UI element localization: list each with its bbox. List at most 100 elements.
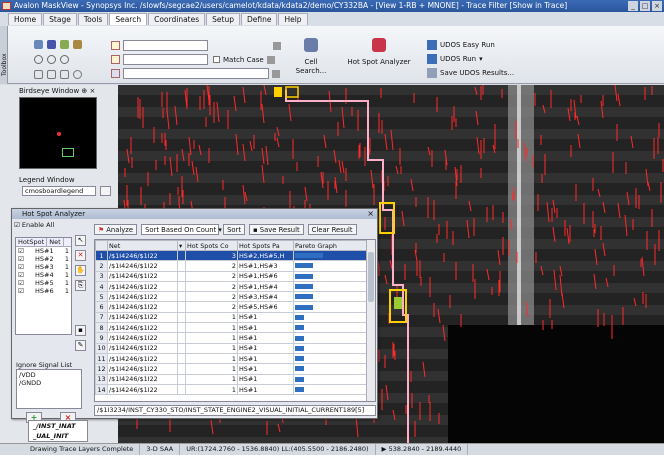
menu-search[interactable]: Search [109, 13, 148, 25]
select-icon[interactable] [34, 40, 43, 49]
cell-search-go-icon[interactable] [272, 69, 280, 78]
pattern-cell[interactable]: HS#1 [237, 373, 294, 385]
table-scrollbar[interactable] [366, 240, 375, 401]
menu-tools[interactable]: Tools [77, 13, 109, 25]
refresh-icon[interactable] [73, 70, 82, 79]
list-item[interactable]: /VDD [19, 371, 79, 379]
count-cell[interactable]: 1 [185, 322, 238, 334]
redo-icon[interactable] [47, 70, 56, 79]
layer-icon[interactable] [47, 40, 56, 49]
legend-entry[interactable]: _UAL_INIT [33, 431, 87, 441]
save-udos-button[interactable]: Save UDOS Results... [427, 68, 514, 78]
pattern-cell[interactable]: HS#3,HS#4 [237, 291, 294, 303]
net-cell[interactable]: /$1I4246/$1I22 [107, 332, 178, 344]
checkbox-icon[interactable]: ☑ [18, 287, 24, 295]
cell-search-input[interactable] [123, 68, 269, 79]
count-cell[interactable]: 1 [185, 342, 238, 354]
net-cell[interactable]: /$1I4246/$1I22 [107, 363, 178, 375]
column-net[interactable]: Net [107, 240, 178, 251]
hotspot-row[interactable]: ☑ HS#2 1 [16, 255, 71, 263]
sort-indicator-icon[interactable]: ▾ [177, 240, 186, 251]
table-row[interactable]: 13/$1I4246/$1I22 1 HS#1 [95, 373, 368, 385]
hotspot-column[interactable]: HotSpot [16, 238, 48, 246]
table-row[interactable]: 11/$1I4246/$1I22 1 HS#1 [95, 352, 368, 365]
count-cell[interactable]: 3 [185, 249, 238, 262]
menu-setup[interactable]: Setup [206, 13, 240, 25]
net-cell[interactable]: /$1I4246/$1I22 [107, 342, 178, 354]
checkbox-icon[interactable]: ☑ [18, 271, 24, 279]
net-cell[interactable]: /$1I4246/$1I22 [107, 249, 178, 262]
copy-icon[interactable] [60, 70, 69, 79]
table-row[interactable]: 8/$1I4246/$1I22 1 HS#1 [95, 322, 368, 334]
count-cell[interactable]: 2 [185, 280, 238, 293]
hotspot-marker[interactable] [274, 87, 282, 97]
net-cell[interactable]: /$1I4246/$1I22 [107, 373, 178, 385]
clear-result-button[interactable]: Clear Result [307, 223, 357, 235]
menu-stage[interactable]: Stage [43, 13, 77, 25]
cell-search-button[interactable]: Cell Search... [288, 38, 334, 76]
legend-entry[interactable]: _/INST_INAT [33, 421, 87, 431]
table-row[interactable]: 4/$1I4246/$1I22 2 HS#1,HS#4 [95, 280, 368, 293]
net-cell[interactable]: /$1I4246/$1I22 [107, 291, 178, 303]
legend-select[interactable]: cmosboardlegend [22, 186, 96, 196]
count-cell[interactable]: 1 [185, 352, 238, 365]
table-row[interactable]: 12/$1I4246/$1I22 1 HS#1 [95, 363, 368, 375]
toolbox-tab[interactable]: Toolbox [0, 26, 8, 84]
zoom-icon[interactable] [34, 55, 43, 64]
net-cell[interactable]: /$1I4246/$1I22 [107, 270, 178, 282]
table-row[interactable]: 1/$1I4246/$1I22 3 HS#2,HS#5,H [95, 249, 368, 262]
menu-define[interactable]: Define [240, 13, 278, 25]
edit-icon[interactable]: ✎ [75, 340, 86, 351]
count-cell[interactable]: 2 [185, 260, 238, 272]
checkbox-icon[interactable]: ☑ [18, 263, 24, 271]
sort-select[interactable]: Sort Based On Count ▾ [141, 223, 222, 235]
table-row[interactable]: 2/$1I4246/$1I22 2 HS#1,HS#3 [95, 260, 368, 272]
sort-button[interactable]: Sort [223, 223, 245, 235]
maximize-button[interactable]: □ [640, 1, 650, 11]
count-cell[interactable]: 1 [185, 373, 238, 385]
net-cell[interactable]: /$1I4246/$1I22 [107, 301, 178, 313]
search-go-icon[interactable] [273, 41, 281, 50]
save-result-button[interactable]: ▪ Save Result [249, 223, 304, 235]
pattern-cell[interactable]: HS#1 [237, 311, 294, 324]
list-item[interactable]: /GNDD [19, 379, 79, 387]
close-button[interactable]: × [652, 1, 662, 11]
scrollbar-thumb[interactable] [368, 252, 374, 302]
pattern-cell[interactable]: HS#1 [237, 332, 294, 344]
column-hot-spots-count[interactable]: Hot Spots Co [185, 240, 238, 251]
chevron-down-icon[interactable]: ▾ [479, 55, 483, 63]
pen-icon[interactable] [73, 40, 82, 49]
zoom-out-icon[interactable] [60, 55, 69, 64]
copy-icon[interactable]: ⎘ [75, 280, 86, 291]
view-rectangle[interactable] [62, 148, 74, 157]
net-cell[interactable]: /$1I4246/$1I22 [107, 311, 178, 324]
pattern-cell[interactable]: HS#1,HS#4 [237, 280, 294, 293]
search-input[interactable] [123, 40, 208, 51]
analyze-button[interactable]: ⚑ Analyze [94, 223, 138, 235]
udos-run-button[interactable]: UDOS Run ▾ [427, 54, 483, 64]
delete-icon[interactable]: ✕ [75, 250, 86, 261]
ignore-signal-list[interactable]: /VDD /GNDD [16, 369, 82, 409]
checkbox-icon[interactable]: ☑ [18, 279, 24, 287]
undo-icon[interactable] [34, 70, 43, 79]
birdseye-view[interactable] [19, 97, 97, 169]
pattern-cell[interactable]: HS#2,HS#5,H [237, 249, 294, 262]
net-cell[interactable]: /$1I4246/$1I22 [107, 280, 178, 293]
net-cell[interactable]: /$1I4246/$1I22 [107, 260, 178, 272]
hotspot-row[interactable]: ☑ HS#3 1 [16, 263, 71, 271]
menu-help[interactable]: Help [278, 13, 308, 25]
results-table[interactable]: Net ▾ Hot Spots Co Hot Spots Pa Pareto G… [94, 239, 376, 402]
table-row[interactable]: 9/$1I4246/$1I22 1 HS#1 [95, 332, 368, 344]
pattern-cell[interactable]: HS#1 [237, 383, 294, 396]
enable-all[interactable]: ☑ Enable All [14, 221, 88, 229]
match-case-checkbox[interactable] [213, 56, 220, 63]
table-row[interactable]: 7/$1I4246/$1I22 1 HS#1 [95, 311, 368, 324]
count-cell[interactable]: 1 [185, 363, 238, 375]
checkbox-icon[interactable]: ☑ [18, 255, 24, 263]
zoom-in-icon[interactable] [47, 55, 56, 64]
column-pareto-graph[interactable]: Pareto Graph [293, 240, 368, 251]
checkbox-icon[interactable]: ☑ [18, 247, 24, 255]
select-icon[interactable]: ↖ [75, 235, 86, 246]
menu-coordinates[interactable]: Coordinates [148, 13, 206, 25]
hotspot-list[interactable]: HotSpot Net ☑ HS#1 1 ☑ HS#2 1 ☑ HS#3 1 ☑ HS#4 1 ☑ HS#… [15, 237, 72, 335]
